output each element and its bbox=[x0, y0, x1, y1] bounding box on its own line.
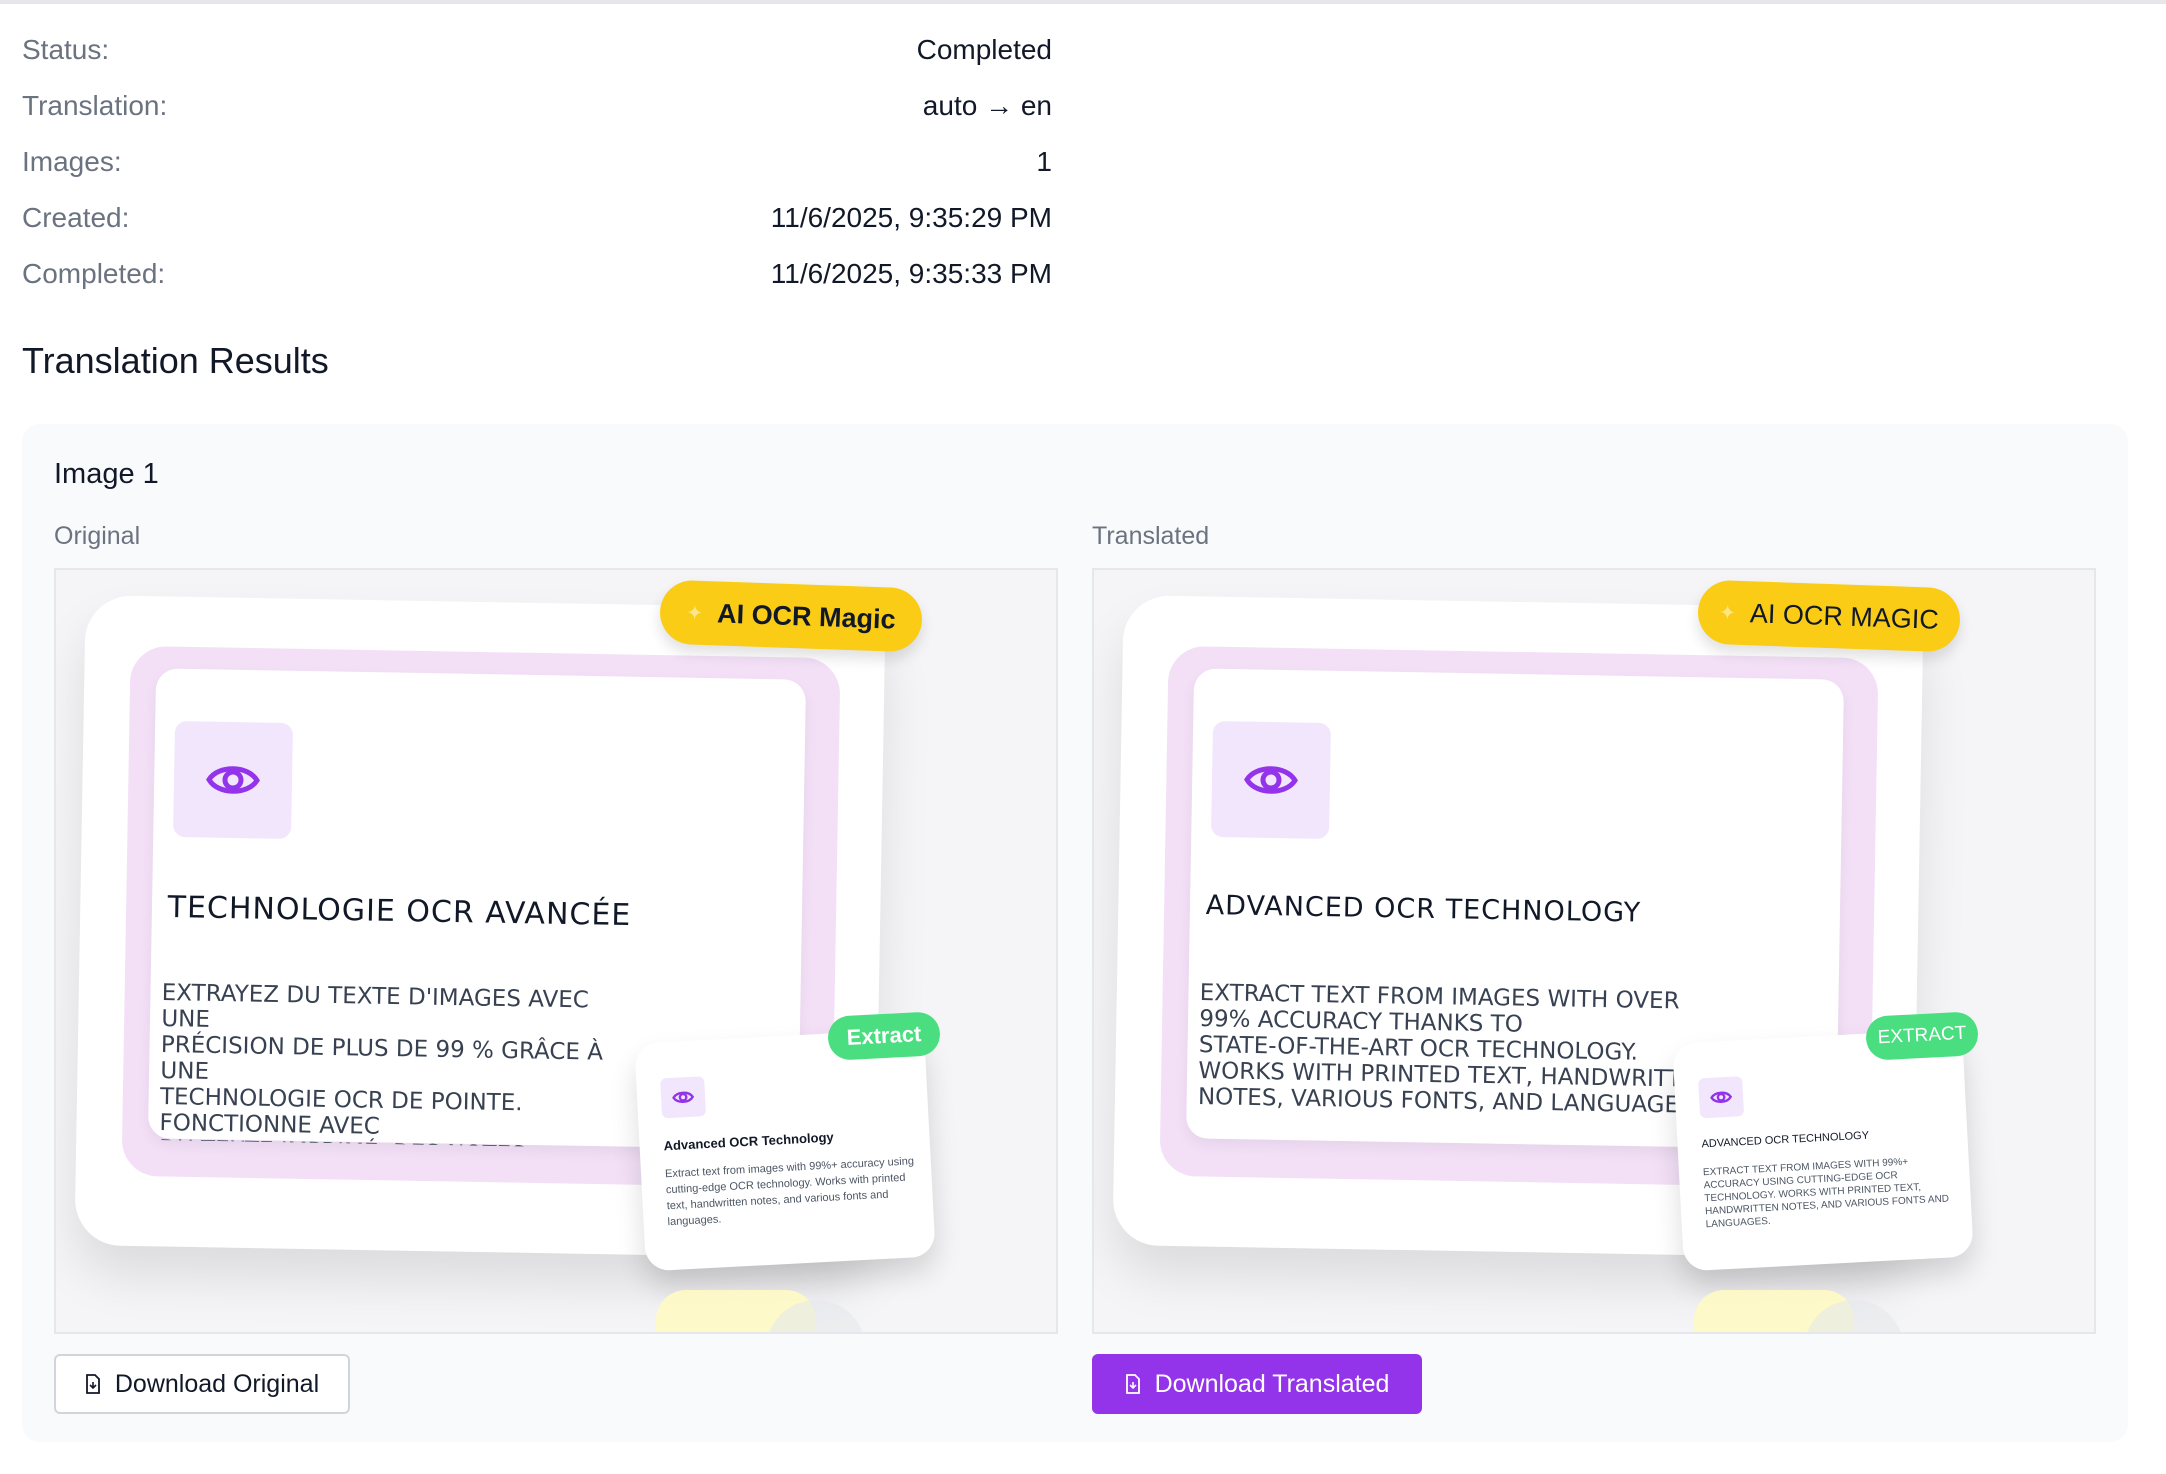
status-label: Status: bbox=[22, 34, 110, 65]
ai-ocr-badge-label: AI OCR Magic bbox=[716, 597, 897, 635]
eye-icon bbox=[1698, 1076, 1745, 1119]
job-details: Status: Completed Translation: auto → en… bbox=[22, 22, 1052, 302]
completed-row: Completed: 11/6/2025, 9:35:33 PM bbox=[22, 246, 1052, 302]
mini-card-title: ADVANCED OCR TECHNOLOGY bbox=[1701, 1129, 1870, 1151]
translated-label: Translated bbox=[1092, 522, 1210, 550]
status-row: Status: Completed bbox=[22, 22, 1052, 78]
download-original-button[interactable]: Download Original bbox=[54, 1354, 350, 1414]
translation-results-title: Translation Results bbox=[22, 340, 329, 381]
ai-ocr-badge: ✦ AI OCR MAGIC bbox=[1696, 579, 1962, 653]
ai-ocr-badge: ✦ AI OCR Magic bbox=[658, 579, 924, 653]
created-row: Created: 11/6/2025, 9:35:29 PM bbox=[22, 190, 1052, 246]
image-title: Image 1 bbox=[54, 458, 159, 490]
download-original-label: Download Original bbox=[114, 1369, 320, 1398]
status-value: Completed bbox=[916, 34, 1052, 65]
image-result-panel: Image 1 Original TECHNOLOGIE OCR AVANCÉE… bbox=[22, 424, 2128, 1442]
translation-row: Translation: auto → en bbox=[22, 78, 1052, 134]
poster-body: EXTRAYEZ DU TEXTE D'IMAGES AVEC UNE PRÉC… bbox=[159, 980, 604, 1148]
original-label: Original bbox=[54, 522, 141, 550]
file-download-icon bbox=[85, 1374, 101, 1394]
original-image[interactable]: TECHNOLOGIE OCR AVANCÉE EXTRAYEZ DU TEXT… bbox=[54, 568, 1058, 1334]
images-label: Images: bbox=[22, 146, 122, 177]
download-translated-button[interactable]: Download Translated bbox=[1092, 1354, 1422, 1414]
created-label: Created: bbox=[22, 202, 130, 233]
images-row: Images: 1 bbox=[22, 134, 1052, 190]
images-value: 1 bbox=[1036, 146, 1052, 177]
poster-mini-card: ADVANCED OCR TECHNOLOGY EXTRACT TEXT FRO… bbox=[1672, 1028, 1974, 1272]
mini-card-title: Advanced OCR Technology bbox=[663, 1129, 835, 1154]
file-download-icon bbox=[1125, 1374, 1141, 1394]
extract-badge: EXTRACT bbox=[1864, 1011, 1980, 1061]
translation-label: Translation: bbox=[22, 90, 168, 121]
translated-image[interactable]: ADVANCED OCR TECHNOLOGY EXTRACT TEXT FRO… bbox=[1092, 568, 2096, 1334]
mini-card-body: EXTRACT TEXT FROM IMAGES WITH 99%+ ACCUR… bbox=[1702, 1156, 1950, 1231]
created-value: 11/6/2025, 9:35:29 PM bbox=[770, 202, 1052, 233]
mini-card-body: Extract text from images with 99%+ accur… bbox=[664, 1155, 915, 1229]
eye-icon bbox=[172, 720, 294, 840]
ai-ocr-badge-label: AI OCR MAGIC bbox=[1749, 597, 1940, 635]
extract-badge: Extract bbox=[826, 1011, 942, 1061]
translated-poster: ADVANCED OCR TECHNOLOGY EXTRACT TEXT FRO… bbox=[1094, 570, 2094, 1332]
sparkle-icon: ✦ bbox=[1718, 601, 1737, 625]
download-translated-label: Download Translated bbox=[1154, 1369, 1390, 1398]
eye-icon bbox=[1210, 720, 1332, 840]
completed-value: 11/6/2025, 9:35:33 PM bbox=[770, 258, 1052, 289]
completed-label: Completed: bbox=[22, 258, 166, 289]
eye-icon bbox=[660, 1076, 707, 1119]
translation-value: auto → en bbox=[922, 90, 1052, 121]
poster-body: EXTRACT TEXT FROM IMAGES WITH OVER 99% A… bbox=[1197, 980, 1714, 1119]
top-divider bbox=[0, 0, 2166, 4]
poster-mini-card: Advanced OCR Technology Extract text fro… bbox=[634, 1028, 936, 1272]
sparkle-icon: ✦ bbox=[686, 601, 704, 625]
original-poster: TECHNOLOGIE OCR AVANCÉE EXTRAYEZ DU TEXT… bbox=[56, 570, 1056, 1332]
